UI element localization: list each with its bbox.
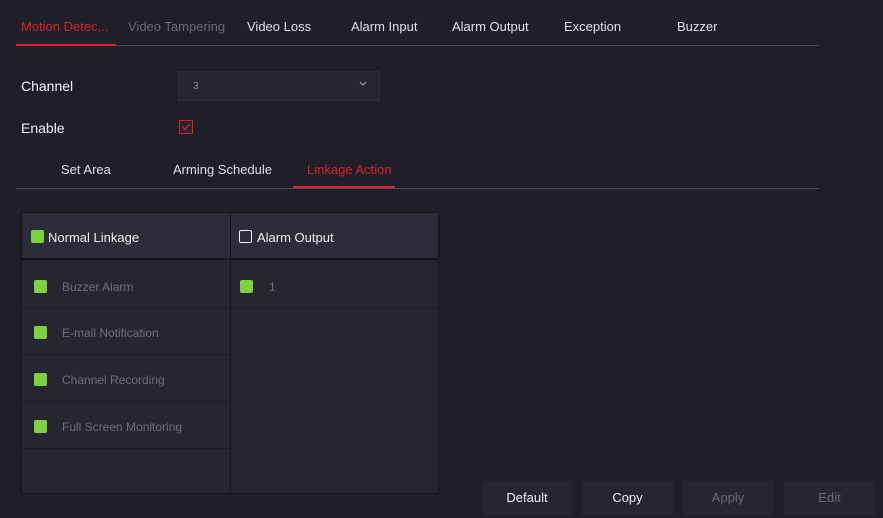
apply-button[interactable]: Apply [683, 481, 773, 515]
normal-linkage-title: Normal Linkage [48, 230, 140, 245]
list-item-channel-recording[interactable]: Channel Recording [22, 356, 230, 402]
subtab-divider [16, 188, 819, 189]
channel-recording-checkbox[interactable] [34, 373, 47, 386]
tab-set-area[interactable]: Set Area [61, 162, 111, 177]
tab-arming-schedule[interactable]: Arming Schedule [173, 162, 272, 177]
edit-button[interactable]: Edit [784, 481, 875, 515]
tab-exception[interactable]: Exception [564, 19, 621, 34]
full-screen-monitoring-checkbox[interactable] [34, 420, 47, 433]
channel-label: Channel [21, 78, 74, 94]
default-button[interactable]: Default [482, 481, 572, 515]
list-item-alarm-output-1[interactable]: 1 [231, 263, 438, 309]
tab-alarm-input[interactable]: Alarm Input [351, 19, 417, 34]
alarm-output-1-label: 1 [269, 280, 276, 294]
normal-linkage-checkbox[interactable] [31, 230, 44, 243]
tab-motion-detection[interactable]: Motion Detec... [21, 19, 108, 34]
list-item-buzzer-alarm[interactable]: Buzzer Alarm [22, 263, 230, 309]
active-subtab-indicator [293, 186, 395, 188]
tab-divider [16, 45, 819, 46]
buzzer-alarm-label: Buzzer Alarm [62, 280, 134, 294]
alarm-output-header: Alarm Output [231, 213, 438, 260]
tab-linkage-action[interactable]: Linkage Action [307, 162, 392, 177]
tab-video-tampering[interactable]: Video Tampering [128, 19, 225, 34]
alarm-output-column: Alarm Output 1 [231, 213, 439, 493]
check-icon [182, 123, 191, 131]
tab-video-loss[interactable]: Video Loss [247, 19, 311, 34]
buzzer-alarm-checkbox[interactable] [34, 280, 47, 293]
enable-checkbox[interactable] [179, 120, 193, 134]
alarm-output-1-checkbox[interactable] [240, 280, 253, 293]
tab-buzzer[interactable]: Buzzer [677, 19, 717, 34]
active-tab-indicator [16, 44, 116, 46]
channel-recording-label: Channel Recording [62, 373, 165, 387]
full-screen-monitoring-label: Full Screen Monitoring [62, 420, 183, 434]
alarm-output-checkbox[interactable] [239, 230, 252, 243]
channel-value: 3 [193, 81, 199, 92]
normal-linkage-header: Normal Linkage [22, 213, 230, 260]
tab-alarm-output[interactable]: Alarm Output [452, 19, 529, 34]
channel-select[interactable]: 3 [178, 71, 380, 101]
copy-button[interactable]: Copy [582, 481, 673, 515]
email-notification-label: E-mail Notification [62, 326, 159, 340]
enable-label: Enable [21, 120, 65, 136]
normal-linkage-column: Normal Linkage Buzzer Alarm E-mail Notif… [22, 213, 231, 493]
list-item-email-notification[interactable]: E-mail Notification [22, 309, 230, 355]
email-notification-checkbox[interactable] [34, 326, 47, 339]
list-item-full-screen-monitoring[interactable]: Full Screen Monitoring [22, 403, 230, 449]
chevron-down-icon [359, 79, 367, 90]
linkage-panel: Normal Linkage Buzzer Alarm E-mail Notif… [21, 212, 439, 494]
alarm-output-title: Alarm Output [257, 230, 334, 245]
